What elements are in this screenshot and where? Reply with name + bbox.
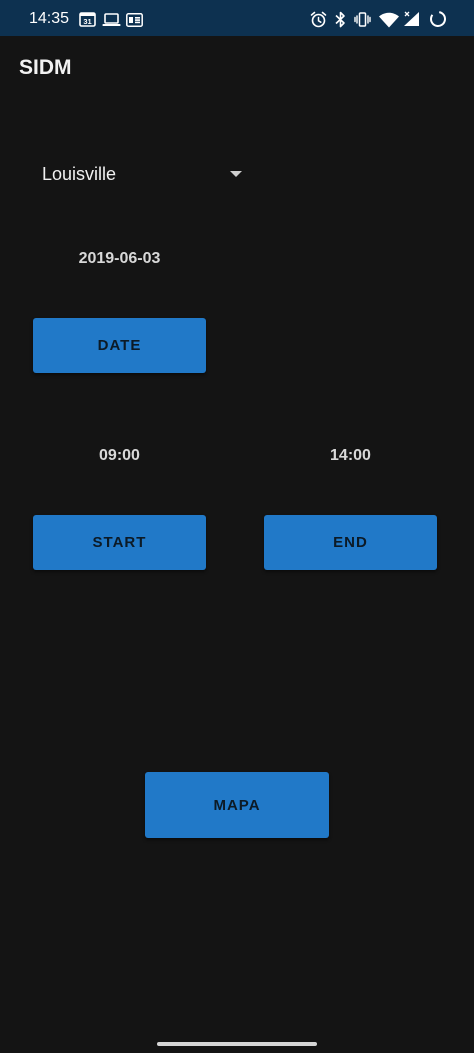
- signal-icon: [402, 10, 422, 32]
- wifi-icon: [378, 12, 400, 32]
- date-button[interactable]: DATE: [33, 318, 206, 373]
- city-spinner[interactable]: Louisville: [30, 152, 250, 196]
- city-spinner-value: Louisville: [42, 164, 117, 184]
- vibrate-icon: [354, 11, 371, 32]
- start-button[interactable]: START: [33, 515, 206, 570]
- map-button[interactable]: MAPA: [145, 772, 329, 838]
- end-time: 14:00: [330, 447, 371, 464]
- app-bar: SIDM: [0, 36, 474, 100]
- status-time: 14:35: [29, 10, 70, 27]
- calendar-icon: 31: [79, 11, 96, 31]
- status-bar: 14:35 31: [0, 0, 474, 36]
- home-gesture-handle[interactable]: [157, 1042, 317, 1046]
- google-edu-icon: [126, 12, 143, 31]
- start-time: 09:00: [99, 447, 140, 464]
- app-title: SIDM: [19, 56, 72, 79]
- battery-saver-icon: [429, 10, 447, 32]
- navigation-bar: [0, 1018, 474, 1053]
- laptop-icon: [102, 12, 121, 31]
- alarm-icon: [310, 11, 327, 32]
- dropdown-arrow-icon: [230, 171, 242, 177]
- bluetooth-icon: [334, 11, 347, 32]
- selected-date: 2019-06-03: [78, 250, 161, 267]
- calendar-day: 31: [83, 17, 91, 26]
- end-button[interactable]: END: [264, 515, 437, 570]
